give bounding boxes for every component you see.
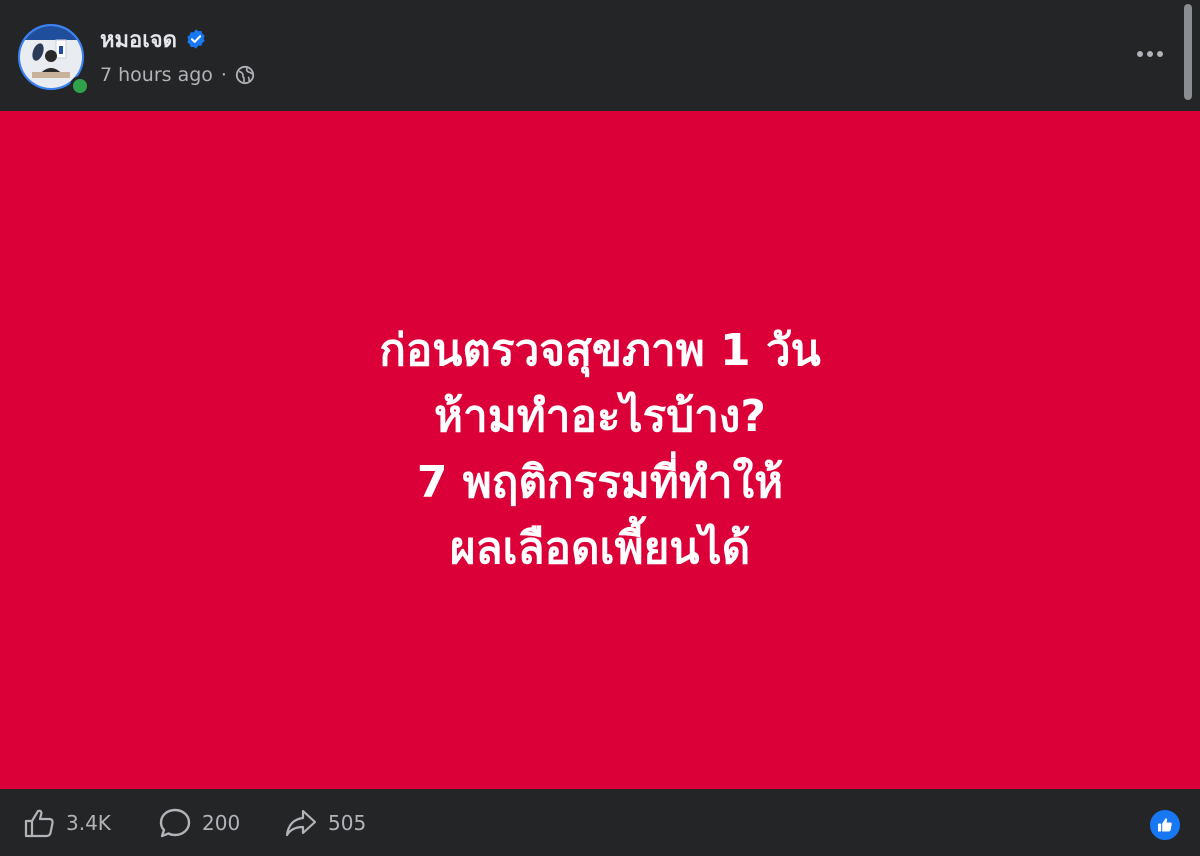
card-line: ผลเลือดเพี้ยนได้ [449, 523, 751, 574]
like-button[interactable]: 3.4K [22, 807, 111, 839]
verified-badge-icon [187, 29, 205, 49]
more-dot-icon [1147, 51, 1153, 57]
card-line: 7 พฤติกรรมที่ทำให้ [416, 457, 784, 508]
share-icon [285, 809, 317, 837]
like-reaction-badge[interactable] [1148, 808, 1182, 842]
share-count: 505 [328, 811, 367, 835]
post-frame: หมอเจด 7 hours ago · ก่อนตรวจสุขภาพ 1 วั… [0, 0, 1200, 856]
online-status-dot [70, 76, 90, 96]
thumbs-up-icon [1158, 818, 1172, 832]
more-dot-icon [1137, 51, 1143, 57]
card-line: ก่อนตรวจสุขภาพ 1 วัน [379, 325, 821, 376]
post-header: หมอเจด 7 hours ago · [0, 0, 1200, 111]
more-dot-icon [1157, 51, 1163, 57]
like-count: 3.4K [66, 811, 111, 835]
globe-icon[interactable] [235, 65, 255, 85]
text-post-card[interactable]: ก่อนตรวจสุขภาพ 1 วัน ห้ามทำอะไรบ้าง? 7 พ… [0, 111, 1200, 789]
comment-count: 200 [202, 811, 241, 835]
meta-separator: · [220, 64, 227, 86]
scrollbar-thumb[interactable] [1184, 4, 1192, 100]
post-timestamp[interactable]: 7 hours ago [100, 64, 213, 86]
more-options-button[interactable] [1128, 36, 1172, 72]
comment-button[interactable]: 200 [158, 807, 240, 839]
card-text: ก่อนตรวจสุขภาพ 1 วัน ห้ามทำอะไรบ้าง? 7 พ… [379, 318, 821, 582]
author-row: หมอเจด [100, 22, 207, 56]
author-avatar[interactable] [18, 24, 90, 96]
post-meta: 7 hours ago · [100, 60, 255, 90]
share-button[interactable]: 505 [284, 807, 366, 839]
like-icon [24, 809, 54, 838]
comment-icon [159, 808, 191, 838]
author-name[interactable]: หมอเจด [100, 22, 177, 57]
post-actions-bar: 3.4K 200 505 [0, 789, 1200, 856]
card-line: ห้ามทำอะไรบ้าง? [434, 391, 766, 442]
